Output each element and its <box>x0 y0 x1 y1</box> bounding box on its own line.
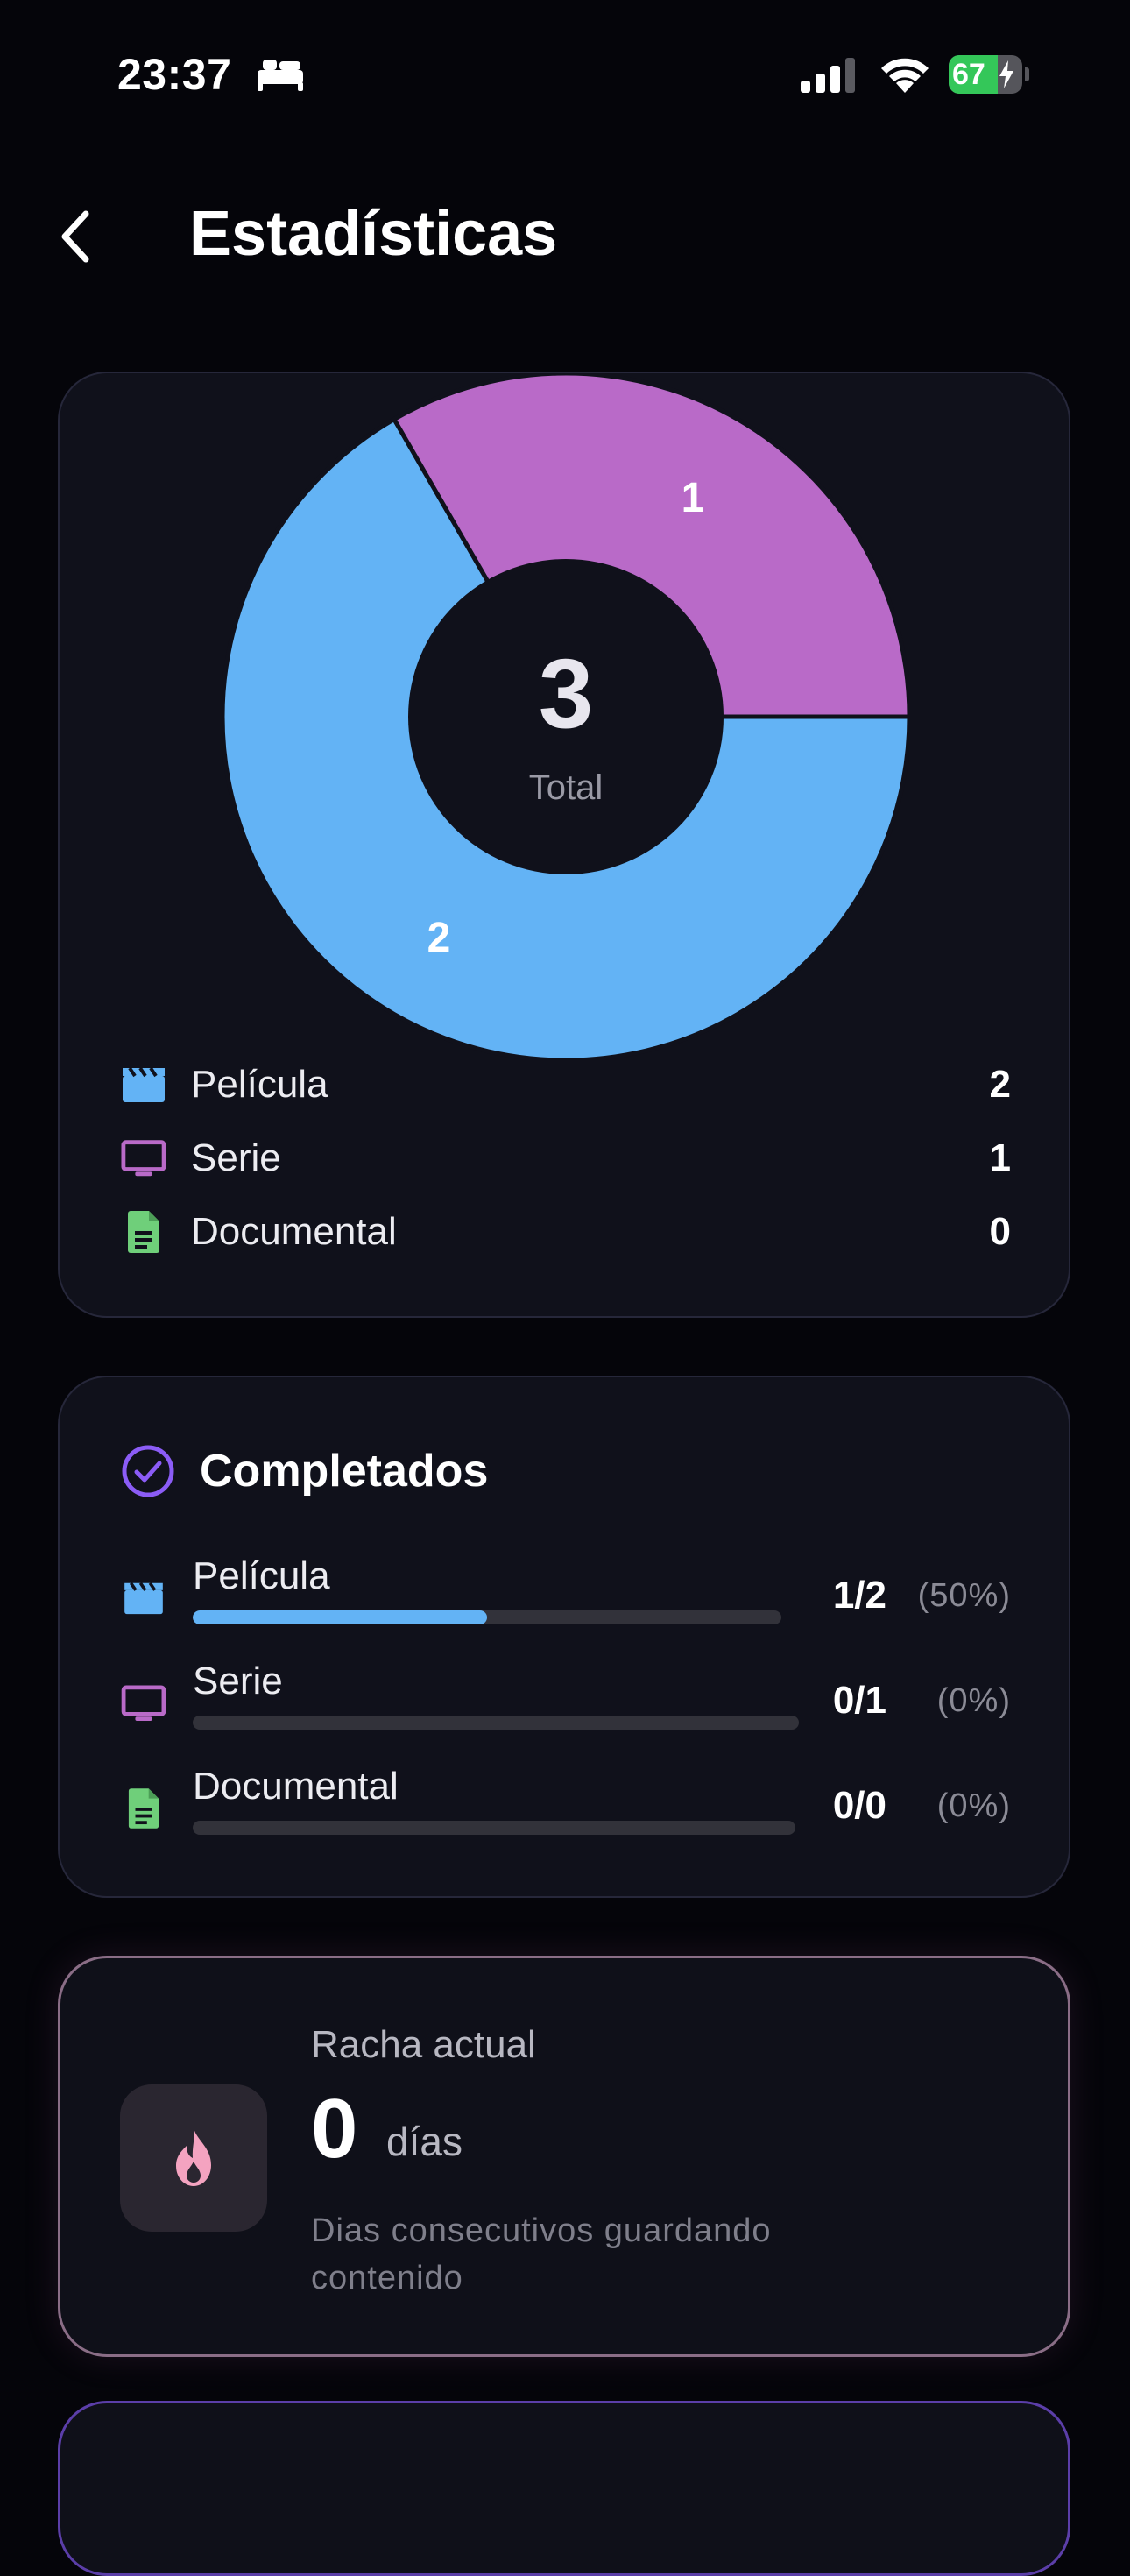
progress-bar <box>193 1716 799 1730</box>
document-icon <box>128 1788 159 1829</box>
completed-card: Completados Película 1/2 (50%) Serie 0/1… <box>58 1376 1070 1898</box>
chevron-left-icon <box>61 210 89 263</box>
completed-label: Serie <box>193 1660 283 1702</box>
donut-total-value: 3 <box>539 639 593 748</box>
completed-fraction: 1/2 <box>832 1574 886 1617</box>
donut-chart: 2 1 3 Total <box>222 373 909 1060</box>
battery-indicator: 67 <box>949 55 1029 94</box>
back-button[interactable] <box>49 202 102 272</box>
completed-header: Completados <box>121 1444 488 1498</box>
completed-percent: (50%) <box>917 1577 1011 1614</box>
streak-description: Dias consecutivos guardando contenido <box>311 2212 772 2296</box>
status-bar: 23:37 67 <box>0 0 1130 149</box>
legend-count: 0 <box>989 1210 1011 1253</box>
completed-percent: (0%) <box>936 1682 1011 1719</box>
legend-label: Serie <box>191 1136 281 1179</box>
streak-unit: días <box>386 2119 463 2164</box>
legend-count: 1 <box>989 1136 1011 1179</box>
completed-percent: (0%) <box>936 1787 1011 1824</box>
bed-icon <box>258 60 303 91</box>
cellular-signal-icon <box>801 58 855 93</box>
battery-level: 67 <box>952 58 985 91</box>
check-circle-icon <box>122 1445 174 1497</box>
streak-label: Racha actual <box>311 2023 536 2066</box>
completed-label: Documental <box>193 1765 399 1808</box>
next-card <box>58 2401 1070 2576</box>
document-icon <box>128 1211 159 1253</box>
legend-count: 2 <box>989 1063 1011 1106</box>
wifi-icon <box>881 58 929 93</box>
completed-title: Completados <box>200 1446 489 1497</box>
completed-row-serie: Serie 0/1 (0%) <box>121 1654 1011 1742</box>
legend-label: Documental <box>191 1210 397 1253</box>
legend-item-pelicula: Película 2 <box>121 1057 1011 1113</box>
page-title: Estadísticas <box>189 199 558 269</box>
streak-card: Racha actual 0 días Dias consecutivos gu… <box>58 1956 1070 2357</box>
progress-bar <box>193 1821 795 1835</box>
donut-slice-label: 1 <box>682 475 705 521</box>
clapperboard-icon <box>123 1066 165 1102</box>
legend-item-serie: Serie 1 <box>121 1130 1011 1186</box>
page-header: Estadísticas <box>0 175 1130 298</box>
donut-slice-label: 2 <box>427 915 451 961</box>
completed-label: Película <box>193 1554 330 1597</box>
tv-icon <box>121 1685 166 1722</box>
legend-label: Película <box>191 1063 328 1106</box>
distribution-card: 2 1 3 Total Película 2 Serie 1 Documental… <box>58 372 1070 1318</box>
status-time: 23:37 <box>117 50 232 99</box>
donut-total-label: Total <box>529 768 604 807</box>
completed-fraction: 0/1 <box>832 1679 886 1722</box>
streak-icon-box <box>120 2084 267 2232</box>
completed-row-documental: Documental 0/0 (0%) <box>121 1759 1011 1847</box>
charging-bolt-icon <box>999 60 1013 88</box>
completed-fraction: 0/0 <box>832 1784 886 1827</box>
flame-icon <box>176 2128 211 2186</box>
completed-row-pelicula: Película 1/2 (50%) <box>121 1549 1011 1637</box>
clapperboard-icon <box>124 1582 163 1615</box>
legend-item-documental: Documental 0 <box>121 1204 1011 1260</box>
tv-icon <box>121 1140 166 1177</box>
streak-value: 0 <box>311 2082 358 2176</box>
progress-bar <box>193 1610 781 1624</box>
